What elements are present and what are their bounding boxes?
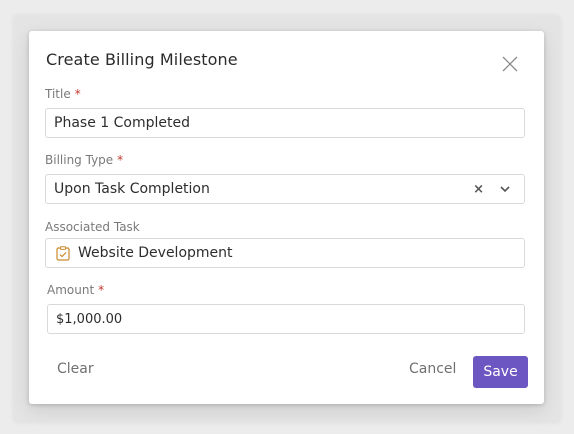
cancel-button[interactable]: Cancel [409, 361, 456, 377]
title-label-text: Title [45, 87, 71, 101]
title-label: Title * [45, 87, 81, 101]
dialog-title: Create Billing Milestone [46, 50, 238, 69]
close-icon [502, 56, 518, 72]
amount-required-mark: * [98, 283, 105, 297]
billing-type-label: Billing Type * [45, 153, 123, 167]
billing-type-select[interactable]: Upon Task Completion × [45, 174, 525, 204]
amount-input-value: $1,000.00 [56, 311, 123, 327]
associated-task-label: Associated Task [45, 220, 140, 234]
save-button[interactable]: Save [473, 356, 528, 388]
task-icon [56, 246, 70, 261]
amount-input[interactable]: $1,000.00 [47, 304, 525, 334]
create-billing-milestone-dialog: Create Billing Milestone Title * Phase 1 … [29, 31, 544, 404]
title-input[interactable]: Phase 1 Completed [45, 108, 525, 138]
associated-task-value: Website Development [78, 245, 233, 261]
billing-type-selected-value: Upon Task Completion [54, 181, 210, 197]
title-required-mark: * [74, 87, 81, 101]
clear-icon[interactable]: × [473, 182, 484, 197]
amount-label: Amount * [47, 283, 104, 297]
title-input-value: Phase 1 Completed [54, 115, 190, 131]
chevron-down-icon[interactable] [500, 185, 510, 193]
billing-type-controls: × [473, 175, 510, 203]
close-button[interactable] [501, 55, 519, 73]
amount-label-text: Amount [47, 283, 95, 297]
associated-task-field[interactable]: Website Development [45, 238, 525, 268]
clear-button[interactable]: Clear [57, 361, 94, 377]
billing-type-label-text: Billing Type [45, 153, 114, 167]
billing-type-required-mark: * [117, 153, 124, 167]
